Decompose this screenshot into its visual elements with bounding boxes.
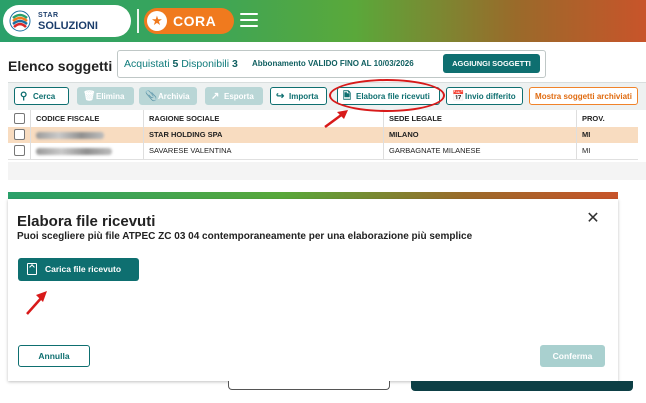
modal-subtitle: Puoi scegliere più file ATPEC ZC 03 04 c… (17, 231, 473, 242)
archive-button-label: Archivia (158, 92, 190, 101)
process-files-modal: Elabora file ricevuti Puoi scegliere più… (8, 199, 618, 381)
delete-button[interactable]: 🗑 Elimina (77, 87, 134, 105)
subscription-info-box: Acquistati 5 Disponibili 3 Abbonamento V… (117, 50, 546, 78)
deferred-send-button[interactable]: 📅 Invio differito (446, 87, 523, 105)
confirm-button[interactable]: Conferma (540, 345, 605, 367)
top-header: STAR SOLUZIONI ★ CORA (0, 0, 646, 42)
cell-sede-legale: MILANO (383, 127, 576, 143)
import-button[interactable]: ↪ Importa (270, 87, 327, 105)
export-button[interactable]: ↗ Esporta (205, 87, 263, 105)
row-checkbox[interactable] (14, 129, 25, 141)
cora-app-badge[interactable]: ★ CORA (144, 8, 234, 34)
upload-button-label: Carica file ricevuto (45, 264, 122, 274)
paperclip-icon: 📎 (145, 91, 158, 102)
cell-sede-legale: GARBAGNATE MILANESE (383, 143, 576, 159)
trash-icon: 🗑 (83, 91, 96, 102)
upload-icon (27, 263, 37, 275)
redacted-fiscal-code (36, 131, 104, 139)
disponibili-value: 3 (232, 58, 238, 70)
subscription-validity: Abbonamento VALIDO FINO AL 10/03/2026 (252, 59, 414, 68)
background-panel (411, 381, 633, 391)
background-input (228, 381, 390, 390)
export-icon: ↗ (211, 91, 220, 102)
modal-title: Elabora file ricevuti (17, 213, 156, 230)
row-checkbox[interactable] (14, 145, 25, 157)
import-icon: ↪ (276, 91, 285, 102)
cell-prov: MI (576, 143, 638, 159)
logo-text-soluzioni: SOLUZIONI (38, 20, 98, 32)
annotation-arrow-icon (26, 291, 47, 315)
column-header-sede-legale[interactable]: SEDE LEGALE (383, 110, 576, 127)
show-archived-button[interactable]: Mostra soggetti archiviati (529, 87, 638, 105)
header-divider (137, 9, 139, 33)
cell-prov: MI (576, 127, 638, 143)
cell-ragione-sociale: SAVARESE VALENTINA (143, 143, 383, 159)
page-title: Elenco soggetti (8, 58, 113, 74)
toolbar: ⚲ Cerca 🗑 Elimina 📎 Archivia ↗ Esporta ↪… (8, 82, 646, 111)
star-icon: ★ (151, 13, 163, 28)
add-subjects-button[interactable]: AGGIUNGI SOGGETTI (443, 54, 540, 73)
select-all-checkbox[interactable] (14, 113, 25, 125)
disponibili-label: Disponibili (181, 58, 230, 70)
archive-button[interactable]: 📎 Archivia (139, 87, 197, 105)
calendar-icon: 📅 (452, 91, 465, 102)
cora-star-badge: ★ (147, 11, 167, 31)
modal-header-band (8, 192, 618, 199)
cancel-button[interactable]: Annulla (18, 345, 90, 367)
upload-received-file-button[interactable]: Carica file ricevuto (18, 258, 139, 281)
logo-text-star: STAR (38, 12, 59, 19)
table-empty-area (8, 162, 646, 180)
search-icon: ⚲ (20, 91, 28, 102)
import-button-label: Importa (289, 92, 319, 101)
cora-app-name: CORA (173, 13, 217, 29)
search-button[interactable]: ⚲ Cerca (14, 87, 69, 105)
table-row[interactable]: SAVARESE VALENTINA GARBAGNATE MILANESE M… (8, 143, 638, 160)
acquistati-value: 5 (172, 58, 179, 70)
hamburger-menu-icon[interactable] (240, 13, 258, 27)
annotation-arrow-icon (324, 110, 348, 129)
deferred-send-label: Invio differito (465, 92, 516, 101)
delete-button-label: Elimina (96, 92, 125, 101)
redacted-fiscal-code (36, 147, 112, 155)
show-archived-label: Mostra soggetti archiviati (535, 92, 632, 101)
star-soluzioni-logo[interactable]: STAR SOLUZIONI (3, 5, 131, 37)
export-button-label: Esporta (224, 92, 254, 101)
acquistati-label: Acquistati (124, 58, 170, 70)
column-header-prov[interactable]: PROV. (576, 110, 638, 127)
star-logo-icon (9, 10, 31, 32)
subscription-counts: Acquistati 5 Disponibili 3 (124, 58, 238, 70)
column-header-codice-fiscale[interactable]: CODICE FISCALE (30, 110, 143, 127)
close-icon[interactable]: ✕ (585, 211, 601, 227)
search-button-label: Cerca (33, 92, 56, 101)
